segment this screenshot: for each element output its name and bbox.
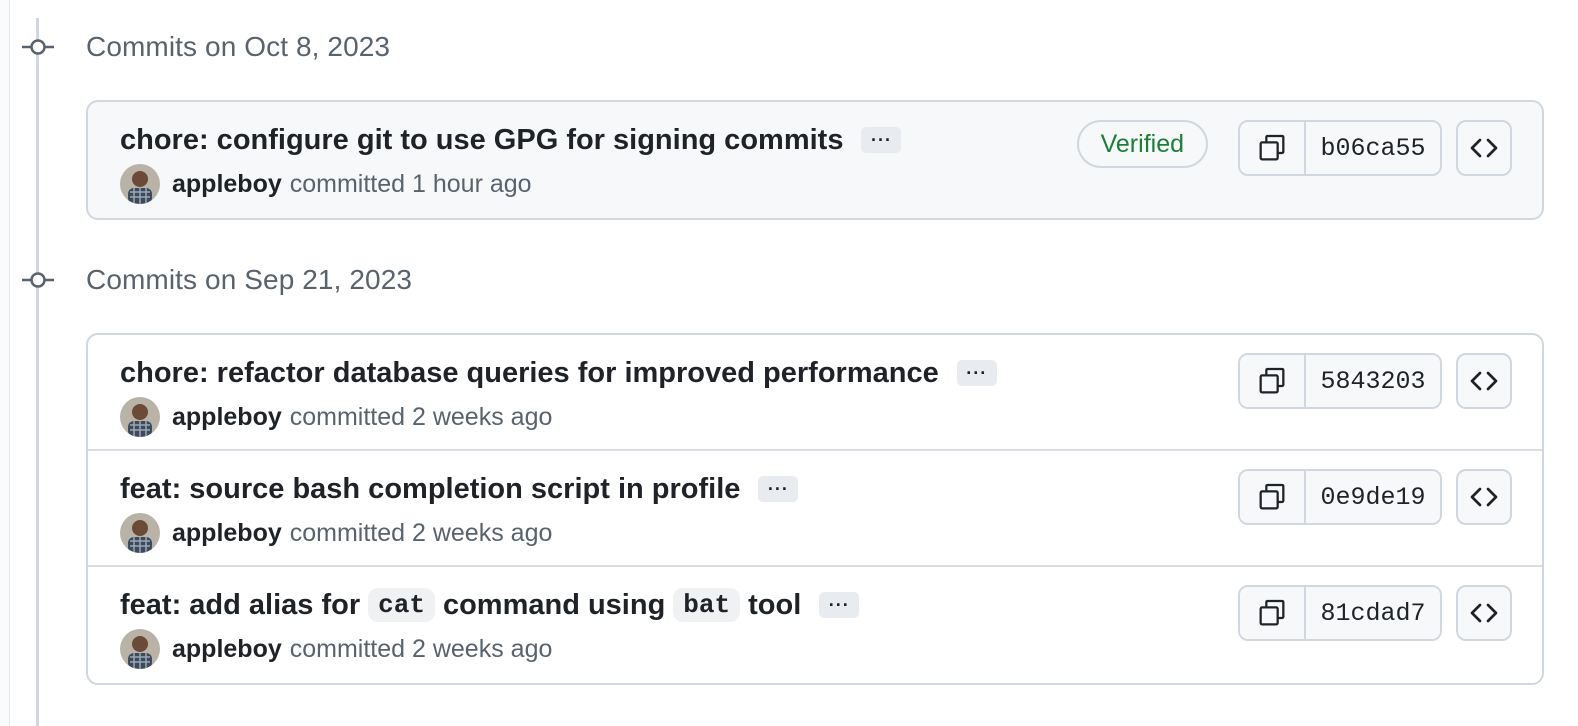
commit-group-header: Commits on Oct 8, 2023 — [22, 29, 390, 65]
sha-button-group: 81cdad7 — [1238, 585, 1442, 641]
commit-row: chore: refactor database queries for imp… — [88, 335, 1542, 451]
commit-history-page: Commits on Oct 8, 2023 chore: configure … — [0, 0, 1578, 726]
inline-code: bat — [673, 588, 741, 622]
ellipsis-icon[interactable]: ··· — [861, 127, 902, 153]
commit-meta: appleboy committed 2 weeks ago — [120, 513, 552, 553]
code-icon — [1470, 487, 1498, 507]
commit-time-text: committed 2 weeks ago — [289, 402, 553, 431]
git-commit-icon — [22, 37, 54, 57]
commit-message-link[interactable]: chore: configure git to use GPG for sign… — [120, 124, 843, 157]
copy-icon — [1259, 599, 1285, 626]
commit-message-link[interactable]: command using — [443, 589, 665, 622]
left-gutter — [0, 0, 10, 726]
copy-icon — [1259, 134, 1285, 161]
commit-sha-link[interactable]: 0e9de19 — [1306, 471, 1440, 523]
inline-code: cat — [368, 588, 435, 622]
commit-title: feat: source bash completion script in p… — [120, 469, 799, 509]
code-icon — [1470, 371, 1498, 391]
ellipsis-icon[interactable]: ··· — [758, 476, 799, 502]
code-icon — [1470, 138, 1498, 158]
copy-sha-button[interactable] — [1240, 587, 1306, 639]
commit-meta: appleboy committed 2 weeks ago — [120, 629, 552, 669]
avatar[interactable] — [120, 629, 160, 669]
commit-message-link[interactable]: feat: source bash completion script in p… — [120, 473, 740, 506]
author-link[interactable]: appleboy — [172, 170, 282, 199]
commit-title: chore: refactor database queries for imp… — [120, 353, 997, 393]
commit-group-title: Commits on Oct 8, 2023 — [86, 31, 391, 62]
sha-button-group: b06ca55 — [1238, 120, 1442, 176]
commit-meta: appleboy committed 1 hour ago — [120, 164, 532, 204]
avatar[interactable] — [120, 513, 160, 553]
git-commit-icon — [22, 270, 54, 290]
commit-time-text: committed 2 weeks ago — [289, 634, 553, 663]
browse-repo-button[interactable] — [1456, 120, 1512, 176]
commit-time-text: committed 2 weeks ago — [289, 518, 553, 547]
copy-icon — [1259, 367, 1285, 394]
commit-meta: appleboy committed 2 weeks ago — [120, 397, 552, 437]
commit-time-text: committed 1 hour ago — [289, 169, 532, 198]
commit-sha-link[interactable]: 5843203 — [1306, 355, 1440, 407]
commit-sha-link[interactable]: 81cdad7 — [1306, 587, 1440, 639]
commit-message-link[interactable]: chore: refactor database queries for imp… — [120, 357, 939, 390]
browse-repo-button[interactable] — [1456, 469, 1512, 525]
commit-message-link[interactable]: feat: add alias for — [120, 589, 360, 622]
browse-repo-button[interactable] — [1456, 353, 1512, 409]
commit-sha-link[interactable]: b06ca55 — [1306, 122, 1440, 174]
verified-badge[interactable]: Verified — [1076, 120, 1208, 168]
copy-sha-button[interactable] — [1240, 122, 1306, 174]
copy-sha-button[interactable] — [1240, 471, 1306, 523]
commit-list: chore: refactor database queries for imp… — [86, 333, 1544, 685]
commit-row: feat: source bash completion script in p… — [88, 451, 1542, 567]
commit-message-link[interactable]: tool — [748, 589, 801, 622]
copy-icon — [1259, 483, 1285, 510]
sha-button-group: 0e9de19 — [1238, 469, 1442, 525]
commit-title: chore: configure git to use GPG for sign… — [120, 120, 902, 160]
code-icon — [1470, 603, 1498, 623]
sha-button-group: 5843203 — [1238, 353, 1442, 409]
browse-repo-button[interactable] — [1456, 585, 1512, 641]
timeline-line — [36, 18, 39, 726]
commit-title: feat: add alias for cat command using ba… — [120, 585, 860, 625]
avatar[interactable] — [120, 164, 160, 204]
ellipsis-icon[interactable]: ··· — [956, 360, 997, 386]
author-link[interactable]: appleboy — [172, 403, 282, 432]
commit-row: feat: add alias for cat command using ba… — [88, 567, 1542, 683]
commit-group-header: Commits on Sep 21, 2023 — [22, 262, 412, 298]
commit-row: chore: configure git to use GPG for sign… — [88, 102, 1542, 218]
author-link[interactable]: appleboy — [172, 635, 282, 664]
avatar[interactable] — [120, 397, 160, 437]
commit-list: chore: configure git to use GPG for sign… — [86, 100, 1544, 220]
ellipsis-icon[interactable]: ··· — [819, 592, 860, 618]
author-link[interactable]: appleboy — [172, 519, 282, 548]
commit-group-title: Commits on Sep 21, 2023 — [86, 264, 413, 295]
copy-sha-button[interactable] — [1240, 355, 1306, 407]
